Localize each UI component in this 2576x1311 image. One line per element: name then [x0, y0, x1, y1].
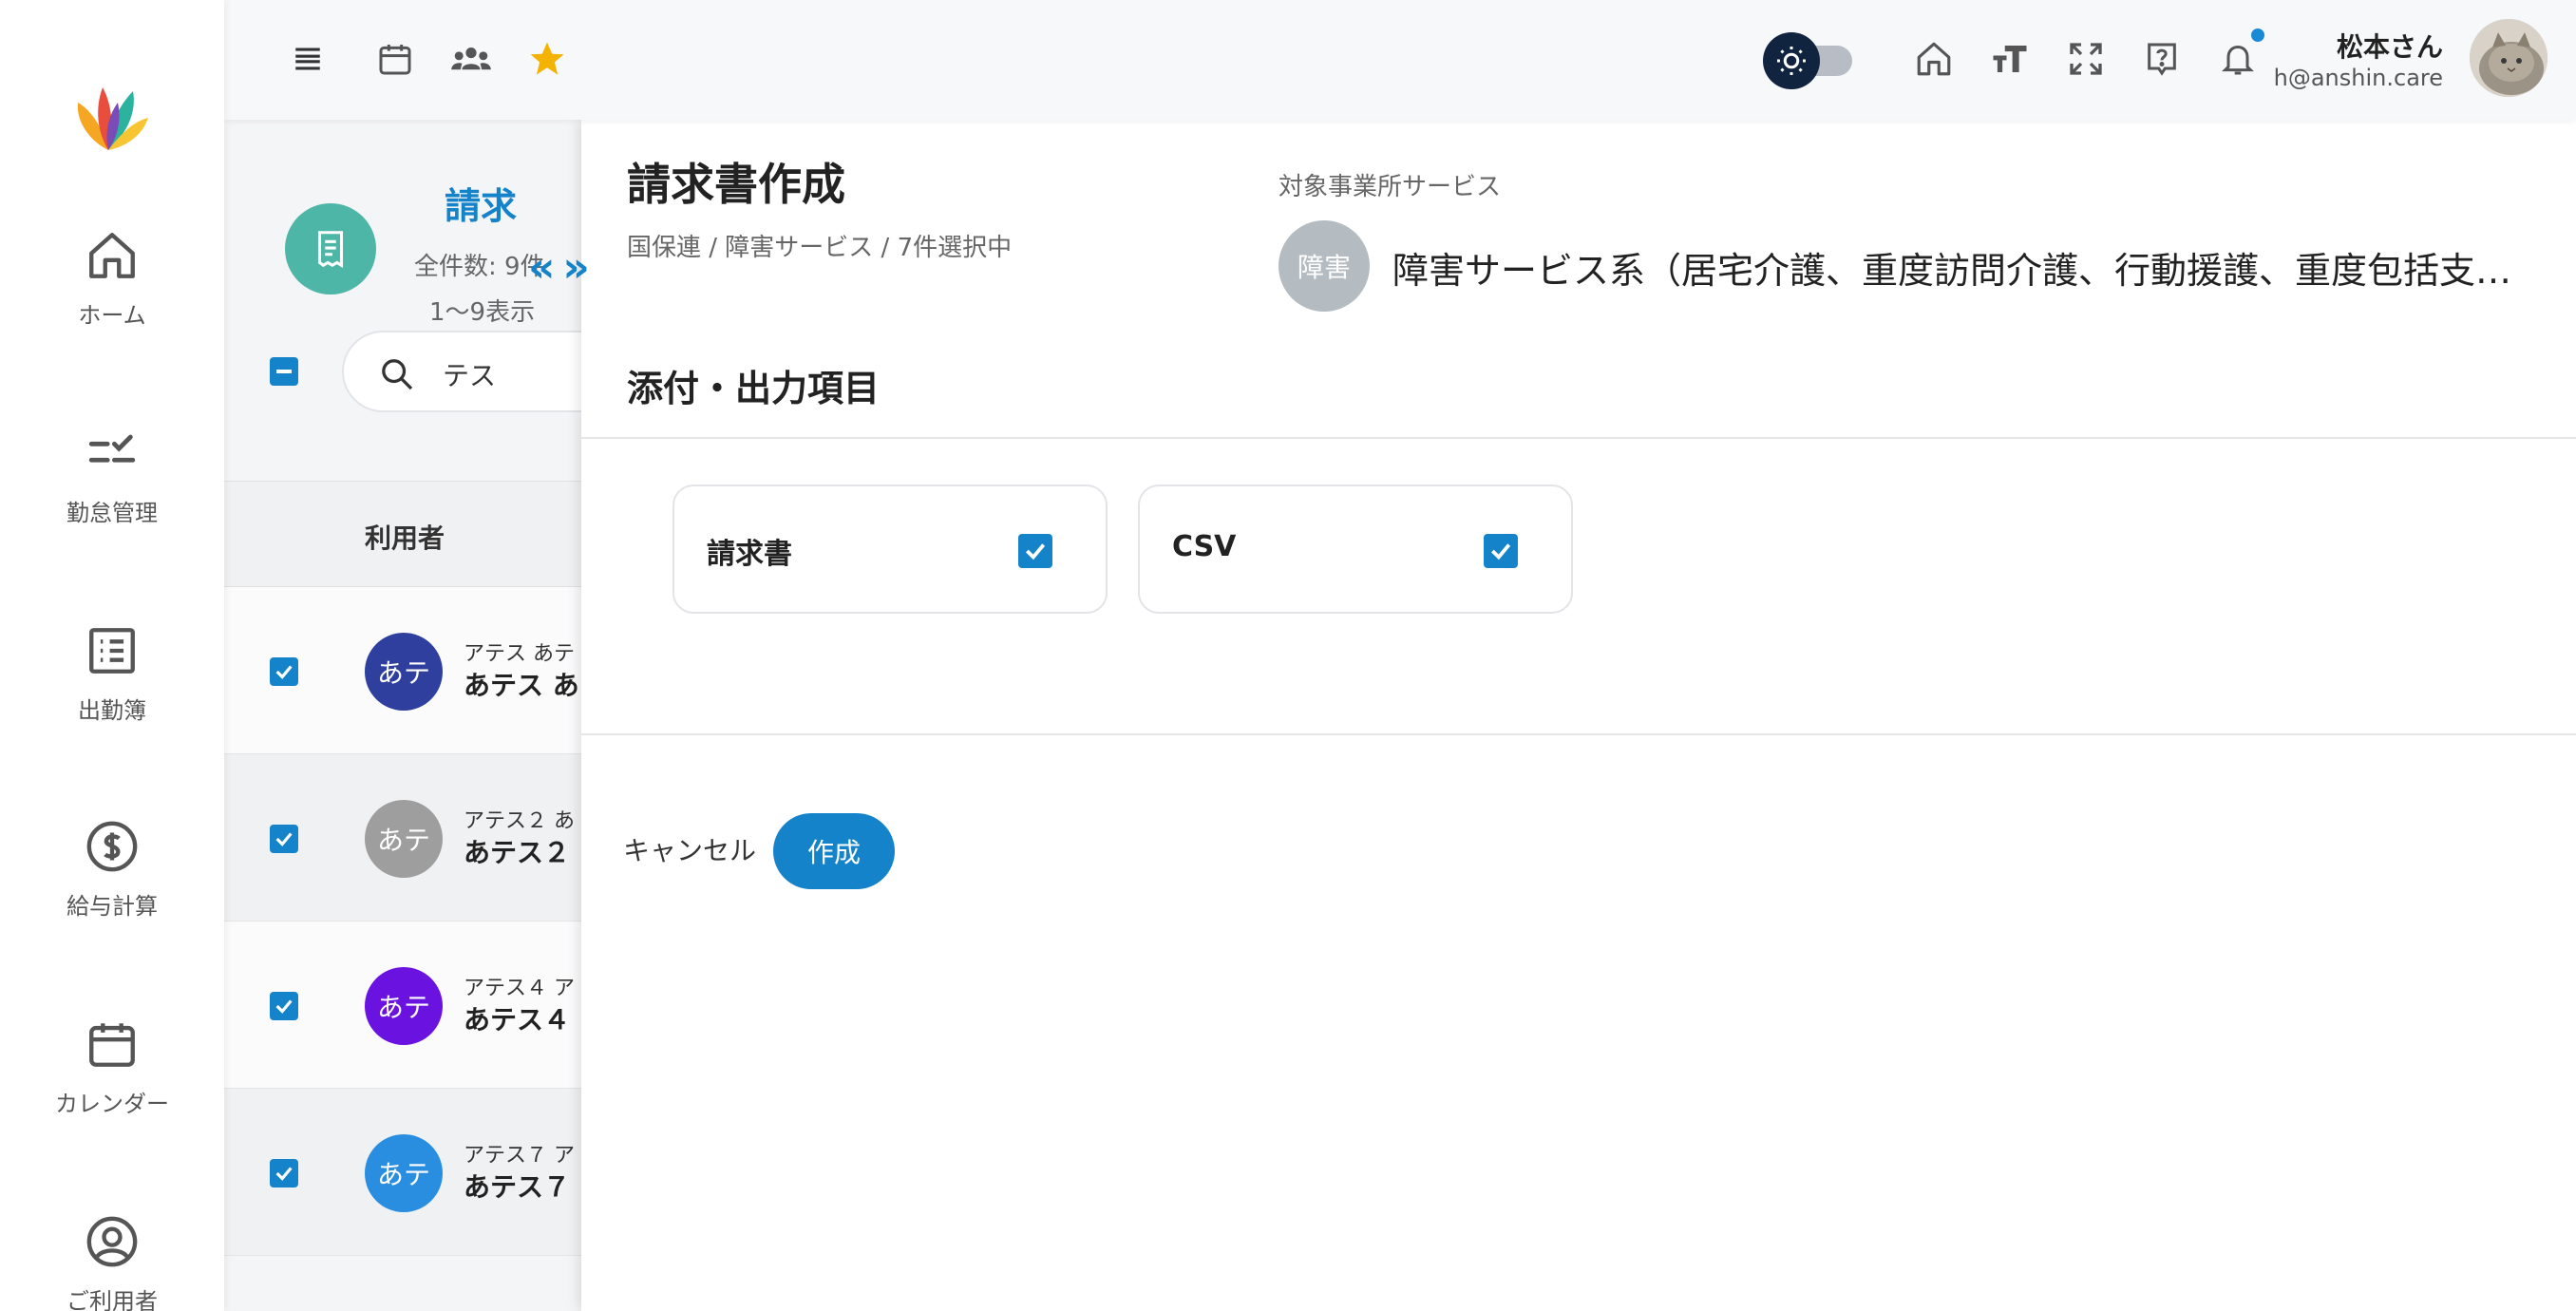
theme-toggle[interactable]	[1763, 32, 1854, 89]
invoice-icon	[285, 203, 376, 294]
sidebar-item-calendar[interactable]: カレンダー	[0, 1016, 224, 1118]
option-checkbox[interactable]	[1484, 534, 1518, 568]
side-navigation: ホーム 勤怠管理 出勤簿 給与計算 カレンダー ご利用者	[0, 0, 224, 1311]
option-invoice[interactable]: 請求書	[672, 484, 1108, 614]
user-kana: アテス あテ	[464, 642, 575, 666]
option-label: CSV	[1172, 530, 1237, 563]
service-avatar: 障害	[1279, 220, 1370, 312]
home-icon[interactable]	[1911, 36, 1957, 82]
sidebar-item-label: 給与計算	[66, 893, 158, 920]
user-name: あテス７	[464, 1171, 571, 1203]
column-header-user: 利用者	[365, 522, 445, 554]
user-name: あテス４	[464, 1004, 571, 1036]
user-kana: アテス４ ア	[464, 977, 575, 1000]
divider	[581, 437, 2576, 439]
row-checkbox[interactable]	[270, 657, 298, 686]
sidebar-item-label: ホーム	[78, 302, 146, 329]
group-icon[interactable]	[448, 36, 494, 82]
row-checkbox[interactable]	[270, 825, 298, 853]
sidebar-item-payroll[interactable]: 給与計算	[0, 819, 224, 921]
sidebar-item-home[interactable]: ホーム	[0, 228, 224, 330]
cancel-button[interactable]: キャンセル	[612, 811, 767, 887]
menu-icon[interactable]	[285, 36, 331, 82]
drawer-title: 請求書作成	[627, 159, 845, 210]
list-icon	[89, 628, 135, 674]
sidebar-item-label: カレンダー	[55, 1091, 169, 1117]
search-value: テス	[443, 360, 497, 391]
collapse-expand-icon[interactable]: «»	[528, 243, 597, 292]
sidebar-item-users[interactable]: ご利用者	[0, 1214, 224, 1311]
user-name: あテス あ	[464, 670, 579, 701]
option-checkbox[interactable]	[1018, 534, 1052, 568]
avatar: あテ	[365, 633, 443, 711]
divider	[581, 733, 2576, 735]
total-count: 全件数: 9件	[414, 253, 545, 281]
home-icon	[89, 233, 135, 278]
avatar: あテ	[365, 967, 443, 1045]
star-icon[interactable]	[524, 36, 570, 82]
user-avatar[interactable]	[2470, 19, 2548, 97]
create-button[interactable]: 作成	[773, 813, 895, 889]
bell-icon[interactable]	[2215, 28, 2264, 82]
calendar-icon[interactable]	[372, 36, 418, 82]
select-all-checkbox[interactable]	[270, 357, 298, 386]
top-bar: 松本さん h@anshin.care	[224, 0, 2576, 120]
calendar-icon	[89, 1023, 135, 1067]
fullscreen-icon[interactable]	[2063, 36, 2109, 82]
user-name: あテス２	[464, 837, 571, 868]
sun-icon	[1763, 32, 1820, 89]
search-icon	[382, 359, 413, 390]
user-email: h@anshin.care	[2273, 65, 2443, 91]
invoice-create-drawer: 請求書作成 国保連 / 障害サービス / 7件選択中 対象事業所サービス 障害 …	[581, 120, 2576, 1311]
option-label: 請求書	[707, 538, 792, 571]
row-checkbox[interactable]	[270, 1159, 298, 1188]
checklist-icon	[88, 434, 136, 463]
user-kana: アテス２ あ	[464, 809, 575, 833]
user-name: 松本さん	[2336, 31, 2443, 63]
user-kana: アテス７ ア	[464, 1144, 575, 1168]
option-csv[interactable]: CSV	[1138, 484, 1573, 614]
sidebar-item-attendance[interactable]: 勤怠管理	[0, 426, 224, 527]
avatar: あテ	[365, 800, 443, 878]
sidebar-item-timesheet[interactable]: 出勤簿	[0, 623, 224, 725]
app-logo[interactable]	[70, 74, 152, 156]
page-title: 請求	[445, 185, 518, 227]
help-icon[interactable]	[2139, 36, 2185, 82]
sidebar-item-label: 出勤簿	[78, 697, 146, 724]
avatar: あテ	[365, 1134, 443, 1212]
breadcrumb: 国保連 / 障害サービス / 7件選択中	[627, 234, 1013, 262]
section-title: 添付・出力項目	[627, 368, 881, 409]
dollar-icon	[86, 821, 138, 872]
sidebar-item-label: ご利用者	[66, 1288, 158, 1311]
service-name: 障害サービス系（居宅介護、重度訪問介護、行動援護、重度包括支援）	[1392, 250, 2542, 292]
service-caption: 対象事業所サービス	[1279, 173, 1502, 201]
row-checkbox[interactable]	[270, 992, 298, 1020]
notification-dot	[2251, 28, 2264, 42]
display-range: 1〜9表示	[429, 298, 536, 327]
font-size-icon[interactable]	[1987, 36, 2033, 82]
sidebar-item-label: 勤怠管理	[66, 500, 158, 526]
user-circle-icon	[86, 1216, 138, 1267]
